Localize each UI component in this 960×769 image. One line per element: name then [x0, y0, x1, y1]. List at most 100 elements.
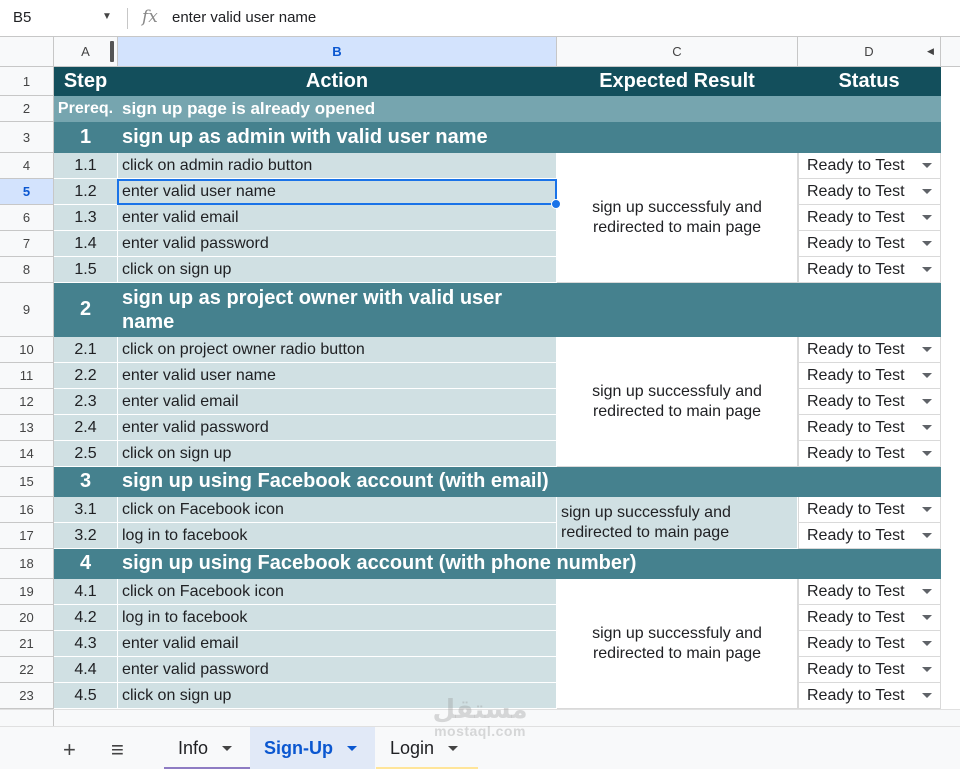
row-header[interactable]: 2	[0, 96, 54, 122]
dropdown-arrow-icon[interactable]	[922, 692, 932, 698]
step-number[interactable]: 4.1	[54, 579, 118, 605]
row-header[interactable]: 9	[0, 283, 54, 337]
dropdown-arrow-icon[interactable]	[922, 666, 932, 672]
step-action[interactable]: click on sign up	[118, 683, 557, 709]
expected-result[interactable]: sign up successfuly and redirected to ma…	[557, 579, 798, 709]
row-header[interactable]: 23	[0, 683, 54, 709]
dropdown-arrow-icon[interactable]	[922, 506, 932, 512]
step-action[interactable]: enter valid email	[118, 205, 557, 231]
row-header[interactable]: 10	[0, 337, 54, 363]
dropdown-arrow-icon[interactable]	[922, 640, 932, 646]
group-status[interactable]	[798, 122, 941, 153]
step-number[interactable]: 1.2	[54, 179, 118, 205]
column-header-c[interactable]: C	[557, 37, 798, 67]
status-dropdown[interactable]: Ready to Test	[798, 389, 941, 415]
sheet-tab-info[interactable]: Info	[164, 727, 250, 769]
row-header[interactable]: 16	[0, 497, 54, 523]
dropdown-arrow-icon[interactable]	[922, 188, 932, 194]
dropdown-arrow-icon[interactable]	[922, 214, 932, 220]
prereq-label[interactable]: Prereq.	[54, 96, 118, 122]
group-expected[interactable]	[557, 283, 798, 337]
column-header-d[interactable]: D	[798, 37, 941, 67]
step-number[interactable]: 1.3	[54, 205, 118, 231]
row-header[interactable]: 1	[0, 67, 54, 96]
prereq-status[interactable]	[798, 96, 941, 122]
dropdown-arrow-icon[interactable]	[922, 346, 932, 352]
status-dropdown[interactable]: Ready to Test	[798, 657, 941, 683]
step-action[interactable]: enter valid password	[118, 657, 557, 683]
fill-handle[interactable]	[551, 199, 561, 209]
group-step-number[interactable]: 4	[54, 549, 118, 579]
status-dropdown[interactable]: Ready to Test	[798, 497, 941, 523]
expected-result[interactable]: sign up successfuly and redirected to ma…	[557, 497, 798, 549]
step-action[interactable]: enter valid password	[118, 415, 557, 441]
expected-result[interactable]: sign up successfuly and redirected to ma…	[557, 153, 798, 283]
step-number[interactable]: 3.2	[54, 523, 118, 549]
group-title[interactable]: sign up using Facebook account (with ema…	[118, 467, 941, 497]
step-action[interactable]: click on Facebook icon	[118, 579, 557, 605]
step-action[interactable]: click on sign up	[118, 441, 557, 467]
status-dropdown[interactable]: Ready to Test	[798, 337, 941, 363]
chevron-down-icon[interactable]	[222, 746, 233, 751]
status-dropdown[interactable]: Ready to Test	[798, 257, 941, 283]
dropdown-arrow-icon[interactable]	[922, 424, 932, 430]
group-title[interactable]: sign up using Facebook account (with pho…	[118, 549, 941, 579]
step-action[interactable]: click on project owner radio button	[118, 337, 557, 363]
sheet-tab-sign-up[interactable]: Sign-Up	[250, 727, 375, 769]
step-action[interactable]: enter valid email	[118, 631, 557, 657]
step-action[interactable]: enter valid password	[118, 231, 557, 257]
step-number[interactable]: 4.5	[54, 683, 118, 709]
step-action[interactable]: enter valid email	[118, 389, 557, 415]
chevron-down-icon[interactable]	[347, 746, 357, 751]
step-action[interactable]: click on sign up	[118, 257, 557, 283]
status-dropdown[interactable]: Ready to Test	[798, 205, 941, 231]
formula-input[interactable]: enter valid user name	[172, 9, 316, 26]
header-expected-result[interactable]: Expected Result	[557, 67, 798, 96]
row-header[interactable]: 6	[0, 205, 54, 231]
scroll-left-icon[interactable]: ◀	[927, 46, 934, 57]
row-header[interactable]: 21	[0, 631, 54, 657]
column-header-a[interactable]: A	[54, 37, 118, 67]
plus-icon[interactable]: +	[63, 737, 76, 763]
status-dropdown[interactable]: Ready to Test	[798, 179, 941, 205]
header-action[interactable]: Action	[118, 67, 557, 96]
step-action[interactable]: log in to facebook	[118, 605, 557, 631]
prereq-expected[interactable]	[557, 96, 798, 122]
dropdown-arrow-icon[interactable]	[922, 266, 932, 272]
header-step[interactable]: Step	[54, 67, 118, 96]
status-dropdown[interactable]: Ready to Test	[798, 631, 941, 657]
step-number[interactable]: 2.3	[54, 389, 118, 415]
menu-icon[interactable]: ≡	[111, 737, 124, 763]
status-dropdown[interactable]: Ready to Test	[798, 523, 941, 549]
dropdown-arrow-icon[interactable]	[922, 532, 932, 538]
step-action[interactable]: click on Facebook icon	[118, 497, 557, 523]
status-dropdown[interactable]: Ready to Test	[798, 363, 941, 389]
step-number[interactable]: 3.1	[54, 497, 118, 523]
step-number[interactable]: 2.2	[54, 363, 118, 389]
step-number[interactable]: 4.2	[54, 605, 118, 631]
row-header[interactable]: 3	[0, 122, 54, 153]
row-header[interactable]: 15	[0, 467, 54, 497]
group-title[interactable]: sign up as admin with valid user name	[118, 122, 557, 153]
prereq-text[interactable]: sign up page is already opened	[118, 96, 557, 122]
group-status[interactable]	[798, 283, 941, 337]
expected-result[interactable]: sign up successfuly and redirected to ma…	[557, 337, 798, 467]
sheet-tab-login[interactable]: Login	[376, 727, 478, 769]
row-header[interactable]: 12	[0, 389, 54, 415]
step-number[interactable]: 4.3	[54, 631, 118, 657]
step-number[interactable]: 2.4	[54, 415, 118, 441]
row-header[interactable]: 17	[0, 523, 54, 549]
dropdown-arrow-icon[interactable]	[922, 450, 932, 456]
select-all-corner[interactable]	[0, 37, 54, 67]
header-status[interactable]: Status	[798, 67, 941, 96]
row-header[interactable]: 14	[0, 441, 54, 467]
dropdown-arrow-icon[interactable]	[922, 588, 932, 594]
group-step-number[interactable]: 3	[54, 467, 118, 497]
dropdown-arrow-icon[interactable]	[922, 372, 932, 378]
step-number[interactable]: 2.1	[54, 337, 118, 363]
group-step-number[interactable]: 2	[54, 283, 118, 337]
status-dropdown[interactable]: Ready to Test	[798, 579, 941, 605]
freeze-handle[interactable]	[110, 41, 114, 62]
group-expected[interactable]	[557, 122, 798, 153]
status-dropdown[interactable]: Ready to Test	[798, 441, 941, 467]
